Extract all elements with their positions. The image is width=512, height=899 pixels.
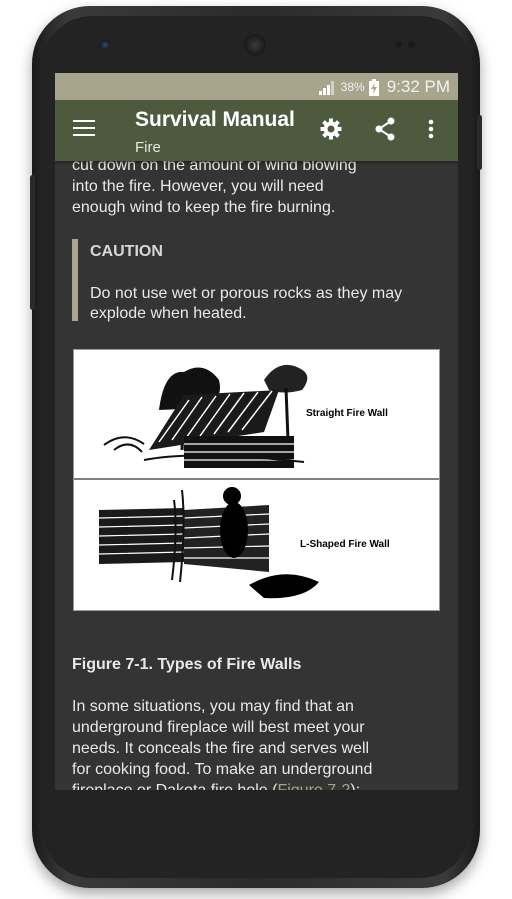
earpiece-speaker: [244, 34, 266, 56]
signal-icon: [318, 81, 334, 95]
menu-icon[interactable]: [73, 120, 95, 138]
battery-percent: 38%: [340, 80, 365, 94]
more-options-icon[interactable]: [427, 117, 435, 141]
figure-7-2-link[interactable]: Figure 7-2: [277, 782, 350, 790]
screen: 38% 9:32 PM Survival Manual Fire cut dow…: [55, 73, 458, 790]
front-camera: [100, 40, 110, 50]
paragraph-underground-fireplace: In some situations, you may find that an…: [72, 696, 432, 790]
straight-fire-wall-drawing: [103, 364, 308, 468]
page-title: Survival Manual: [135, 108, 295, 131]
caution-heading: CAUTION: [90, 243, 163, 260]
article-content[interactable]: cut down on the amount of wind blowing i…: [55, 161, 458, 790]
paragraph-wind: cut down on the amount of wind blowing i…: [72, 161, 357, 216]
nav-bar: [55, 790, 458, 858]
power-button: [477, 115, 482, 170]
figure-caption: Figure 7-1. Types of Fire Walls: [72, 656, 302, 673]
fire-walls-illustration: Straight Fire Wall L-Shaped Fire Wall: [74, 364, 439, 599]
share-icon[interactable]: [374, 117, 396, 141]
volume-button: [30, 175, 35, 310]
battery-charging-icon: [368, 78, 379, 96]
status-bar: 38% 9:32 PM: [55, 73, 458, 100]
app-toolbar: Survival Manual Fire: [55, 100, 458, 161]
clock: 9:32 PM: [386, 77, 450, 96]
settings-gear-icon[interactable]: [319, 117, 343, 141]
figure-label-l-shaped: L-Shaped Fire Wall: [300, 539, 390, 550]
proximity-sensor: [395, 41, 402, 48]
figure-label-straight: Straight Fire Wall: [306, 408, 388, 419]
l-shaped-fire-wall-drawing: [98, 487, 319, 599]
caution-text: Do not use wet or porous rocks as they m…: [90, 285, 403, 322]
page-subtitle: Fire: [135, 139, 161, 156]
fire-walls-figure[interactable]: Straight Fire Wall L-Shaped Fire Wall: [73, 349, 440, 611]
light-sensor: [408, 41, 415, 48]
caution-box: CAUTION Do not use wet or porous rocks a…: [72, 239, 412, 322]
